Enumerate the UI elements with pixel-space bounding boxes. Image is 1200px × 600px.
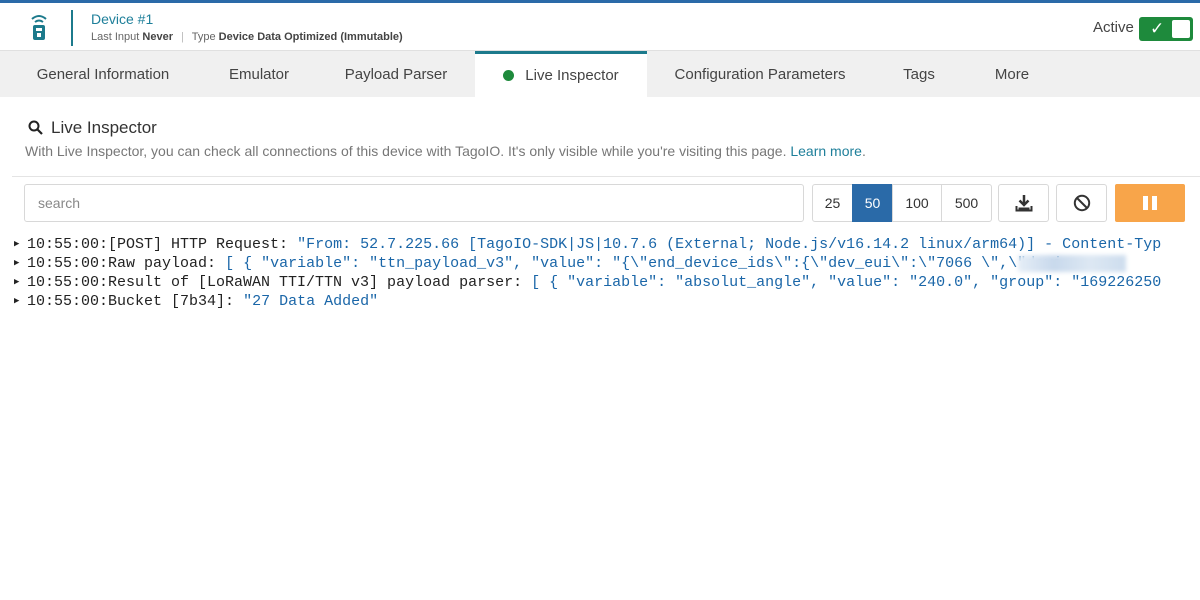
expand-caret-icon[interactable]: ▶ [14, 254, 27, 273]
live-status-dot [503, 70, 515, 81]
pause-icon-bar [1152, 196, 1157, 210]
device-name[interactable]: Device #1 [91, 11, 153, 27]
tab-bar: General Information Emulator Payload Par… [0, 50, 1200, 98]
tab-label: Payload Parser [344, 66, 448, 83]
download-button[interactable] [998, 184, 1049, 222]
section-divider [12, 176, 1200, 177]
type-label: Type [191, 31, 216, 43]
device-header: Device #1 Last Input Never | Type Device… [0, 3, 1200, 50]
description-period: . [861, 143, 866, 159]
clear-log-button[interactable] [1056, 184, 1107, 222]
download-icon [1015, 195, 1032, 212]
tab-tags[interactable]: Tags [870, 51, 968, 98]
type-value: Device Data Optimized (Immutable) [218, 31, 403, 43]
log-value: "27 Data Added" [243, 293, 379, 310]
ban-icon [1073, 194, 1090, 212]
log-value: "From: 52.7.225.66 [TagoIO-SDK|JS|10.7.6… [297, 236, 1162, 253]
last-input-label: Last Input [91, 31, 140, 43]
toggle-knob [1172, 20, 1190, 38]
pause-icon [1143, 196, 1148, 210]
log-key: Result of [LoRaWAN TTI/TTN v3] payload p… [108, 274, 523, 291]
last-input-value: Never [142, 31, 173, 43]
tab-more[interactable]: More [968, 51, 1056, 98]
pause-button[interactable] [1115, 184, 1185, 222]
active-label: Active [1093, 19, 1134, 36]
tab-label: General Information [36, 66, 170, 83]
header-divider [71, 10, 73, 46]
tab-label: Emulator [228, 66, 290, 83]
live-log: ▶ 10:55:00:[POST] HTTP Request: "From: 52… [14, 235, 1200, 311]
tab-label: More [994, 66, 1030, 83]
log-time: 10:55:00: [27, 274, 109, 291]
description-text: With Live Inspector, you can check all c… [25, 143, 787, 159]
log-time: 10:55:00: [27, 236, 109, 253]
log-time: 10:55:00: [27, 255, 109, 272]
expand-caret-icon[interactable]: ▶ [14, 235, 27, 254]
expand-caret-icon[interactable]: ▶ [14, 292, 27, 311]
tab-payload-parser[interactable]: Payload Parser [320, 51, 472, 98]
section-description: With Live Inspector, you can check all c… [25, 143, 866, 159]
tab-general-information[interactable]: General Information [8, 51, 198, 98]
page-size-100-button[interactable]: 100 [892, 184, 942, 222]
page-size-500-button[interactable]: 500 [941, 184, 992, 222]
tab-configuration-parameters[interactable]: Configuration Parameters [650, 51, 870, 98]
redacted-blur [1018, 255, 1126, 272]
tab-label: Tags [903, 66, 935, 83]
log-row[interactable]: ▶ 10:55:00:Bucket [7b34]: "27 Data Added" [14, 292, 1200, 311]
log-key: Bucket [7b34]: [108, 293, 235, 310]
log-key: [POST] HTTP Request: [108, 236, 289, 253]
section-title-text: Live Inspector [51, 118, 157, 137]
log-key: Raw payload: [108, 255, 217, 272]
log-value: [ { "variable": "ttn_payload_v3", "value… [225, 255, 1063, 272]
page-size-50-button[interactable]: 50 [852, 184, 893, 222]
search-icon [28, 120, 43, 135]
log-time: 10:55:00: [27, 293, 109, 310]
check-icon: ✓ [1150, 19, 1165, 38]
log-row[interactable]: ▶ 10:55:00:[POST] HTTP Request: "From: 52… [14, 235, 1200, 254]
log-row[interactable]: ▶ 10:55:00:Result of [LoRaWAN TTI/TTN v3]… [14, 273, 1200, 292]
section-title: Live Inspector [28, 118, 157, 138]
page-size-25-button[interactable]: 25 [812, 184, 853, 222]
learn-more-link[interactable]: Learn more [790, 143, 862, 159]
tab-live-inspector[interactable]: Live Inspector [475, 51, 647, 98]
meta-separator: | [181, 31, 184, 43]
device-icon [28, 13, 50, 41]
device-meta: Last Input Never | Type Device Data Opti… [91, 31, 403, 43]
tab-label: Live Inspector [525, 67, 619, 84]
tab-label: Configuration Parameters [674, 66, 846, 83]
active-toggle[interactable]: ✓ [1139, 17, 1193, 41]
log-value: [ { "variable": "absolut_angle", "value"… [531, 274, 1162, 291]
tab-emulator[interactable]: Emulator [198, 51, 320, 98]
expand-caret-icon[interactable]: ▶ [14, 273, 27, 292]
search-input[interactable] [24, 184, 804, 222]
